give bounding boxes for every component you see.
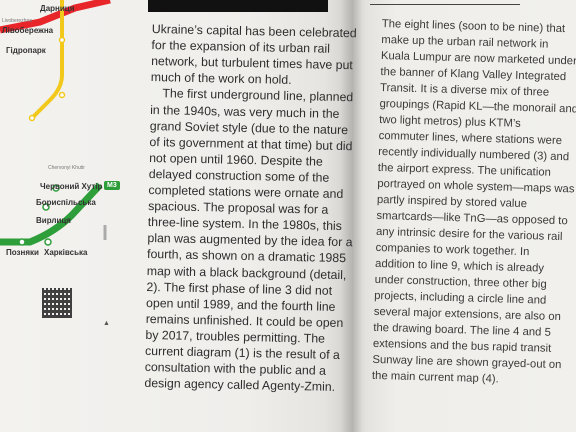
agency-logo: ▲	[103, 320, 110, 327]
station-livoberezhna: Лівобережна	[2, 26, 54, 35]
station-chervonyi-khutir: Червоний Хутір	[40, 182, 103, 191]
station-chervonyi-khutir-latin: Chervonyi Khutir	[48, 165, 85, 171]
station-pozniaky: Позняки	[6, 248, 39, 257]
text-line: much of the work on hold.	[150, 70, 292, 88]
green-line	[0, 182, 103, 246]
qr-code	[42, 288, 72, 318]
station-dot	[58, 36, 66, 44]
station-hidropark: Гідропарк	[6, 46, 46, 55]
station-dot	[44, 238, 52, 246]
black-header-bar	[148, 0, 328, 12]
station-boryspilska: Бориспільська	[36, 198, 96, 207]
book-photo: Дарниця Livoberezhna Лівобережна Гідропа…	[0, 0, 576, 432]
station-dot	[18, 238, 26, 246]
station-dot	[58, 91, 66, 99]
station-vyrlytsia: Вирлиця	[36, 216, 71, 225]
line-badge-m3: M3	[104, 181, 120, 190]
station-kharkivska: Харківська	[44, 248, 88, 257]
station-livoberezhna-latin: Livoberezhna	[2, 18, 33, 24]
station-dot	[28, 114, 36, 122]
station-darnytsia: Дарниця	[40, 4, 75, 13]
right-header-rule	[370, 4, 520, 5]
